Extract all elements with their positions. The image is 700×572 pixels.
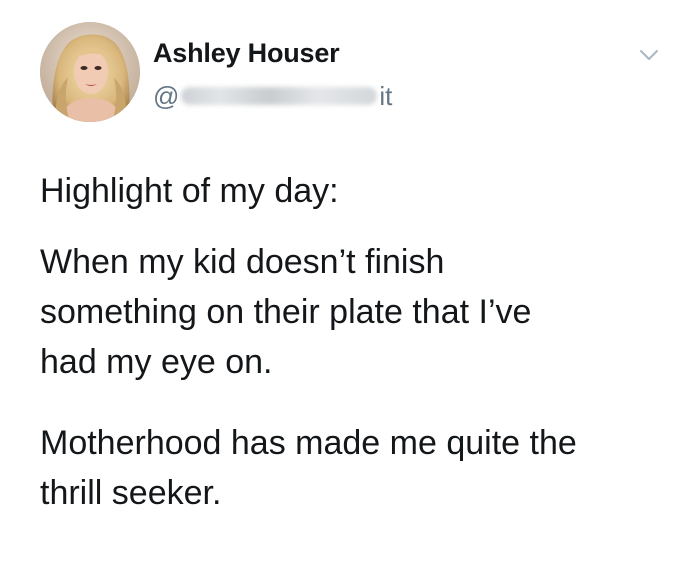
display-name[interactable]: Ashley Houser bbox=[153, 38, 340, 69]
chevron-down-icon[interactable] bbox=[636, 42, 662, 68]
tweet-text-line: something on their plate that I’ve bbox=[40, 293, 532, 331]
tweet-text-paragraph-2: When my kid doesn’t finish something on … bbox=[40, 237, 680, 387]
tweet-text-line: had my eye on. bbox=[40, 343, 273, 381]
avatar[interactable] bbox=[40, 22, 140, 122]
tweet-text-paragraph-3: Motherhood has made me quite the thrill … bbox=[40, 418, 680, 518]
avatar-image bbox=[40, 22, 140, 122]
tweet-text-line: Highlight of my day: bbox=[40, 172, 339, 210]
tweet-text-line: thrill seeker. bbox=[40, 474, 222, 512]
tweet-text-line: When my kid doesn’t finish bbox=[40, 243, 445, 281]
handle-prefix: @ bbox=[153, 80, 180, 111]
user-handle[interactable]: @ it bbox=[153, 79, 392, 113]
tweet-card: Ashley Houser @ it Highlight of my day: … bbox=[0, 0, 700, 572]
handle-redaction bbox=[181, 87, 378, 105]
tweet-text-paragraph-1: Highlight of my day: bbox=[40, 166, 680, 216]
handle-suffix: it bbox=[379, 80, 393, 111]
tweet-text-line: Motherhood has made me quite the bbox=[40, 424, 577, 462]
